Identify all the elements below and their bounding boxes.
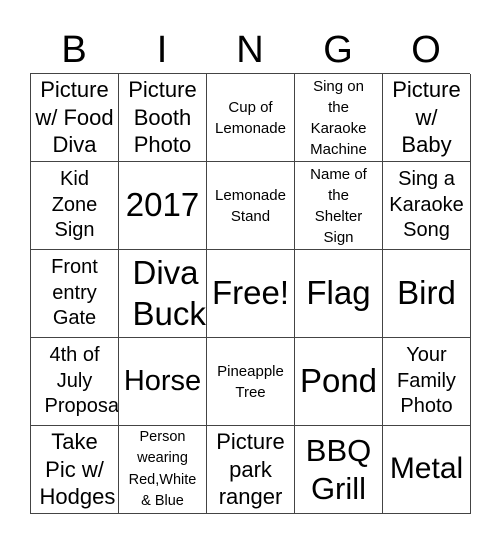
cell-text: Sing a Karaoke Song: [389, 168, 464, 242]
cell-text: Picture w/ Baby: [392, 76, 461, 158]
cell-text: Flag: [306, 274, 371, 312]
cell-text: Picture Booth Photo: [128, 76, 197, 158]
bingo-cell[interactable]: Picture park ranger: [207, 426, 295, 514]
bingo-cell[interactable]: Bird: [383, 250, 471, 338]
cell-text: Picture w/ Food Diva: [35, 76, 114, 158]
cell-text: Take Pic w/ Hodges: [39, 428, 116, 510]
bingo-cell[interactable]: BBQ Grill: [295, 426, 383, 514]
cell-text: Free!: [211, 274, 290, 312]
bingo-card-grid: Picture w/ Food Diva Picture Booth Photo…: [30, 73, 471, 514]
bingo-cell-free[interactable]: Free!: [207, 250, 295, 338]
bingo-cell[interactable]: Person wearing Red,White & Blue: [119, 426, 207, 514]
bingo-cell[interactable]: Picture w/ Baby: [383, 74, 471, 162]
cell-text: Pineapple Tree: [217, 362, 284, 401]
cell-text: Person wearing Red,White & Blue: [128, 429, 197, 509]
bingo-cell[interactable]: Diva Buck: [119, 250, 207, 338]
bingo-cell[interactable]: Lemonade Stand: [207, 162, 295, 250]
cell-text: Picture park ranger: [216, 428, 285, 510]
cell-text: Sing on the Karaoke Machine: [310, 77, 367, 158]
bingo-cell[interactable]: Horse: [119, 338, 207, 426]
cell-text: 2017: [125, 186, 200, 224]
bingo-cell[interactable]: Name of the Shelter Sign: [295, 162, 383, 250]
cell-text: Cup of Lemonade: [215, 98, 286, 137]
bingo-cell[interactable]: Pond: [295, 338, 383, 426]
bingo-cell[interactable]: Front entry Gate: [31, 250, 119, 338]
bingo-cell[interactable]: Sing a Karaoke Song: [383, 162, 471, 250]
bingo-cell[interactable]: Picture w/ Food Diva: [31, 74, 119, 162]
header-letter-b: B: [61, 29, 87, 71]
cell-text: 4th of July Proposal: [44, 344, 119, 418]
bingo-cell[interactable]: 4th of July Proposal: [31, 338, 119, 426]
bingo-cell[interactable]: Your Family Photo: [383, 338, 471, 426]
cell-text: Pond: [299, 362, 378, 400]
cell-text: Lemonade Stand: [215, 186, 286, 225]
bingo-cell[interactable]: Sing on the Karaoke Machine: [295, 74, 383, 162]
cell-text: Horse: [123, 364, 202, 397]
cell-text: Name of the Shelter Sign: [310, 165, 367, 246]
bingo-header: B I N G O: [30, 28, 470, 72]
header-letter-i: I: [156, 29, 168, 71]
bingo-cell[interactable]: Flag: [295, 250, 383, 338]
bingo-cell[interactable]: Kid Zone Sign: [31, 162, 119, 250]
bingo-cell[interactable]: Pineapple Tree: [207, 338, 295, 426]
header-letter-n: N: [236, 29, 264, 71]
cell-text: BBQ Grill: [305, 432, 372, 506]
cell-text: Front entry Gate: [51, 256, 98, 330]
cell-text: Metal: [389, 452, 464, 486]
bingo-cell[interactable]: Cup of Lemonade: [207, 74, 295, 162]
cell-text: Diva Buck: [132, 254, 206, 332]
cell-text: Kid Zone Sign: [51, 168, 98, 242]
cell-text: Your Family Photo: [397, 344, 456, 418]
bingo-cell[interactable]: 2017: [119, 162, 207, 250]
bingo-cell[interactable]: Metal: [383, 426, 471, 514]
header-letter-g: G: [323, 29, 353, 71]
bingo-cell[interactable]: Picture Booth Photo: [119, 74, 207, 162]
cell-text: Bird: [397, 274, 456, 312]
bingo-cell[interactable]: Take Pic w/ Hodges: [31, 426, 119, 514]
header-letter-o: O: [411, 29, 441, 71]
